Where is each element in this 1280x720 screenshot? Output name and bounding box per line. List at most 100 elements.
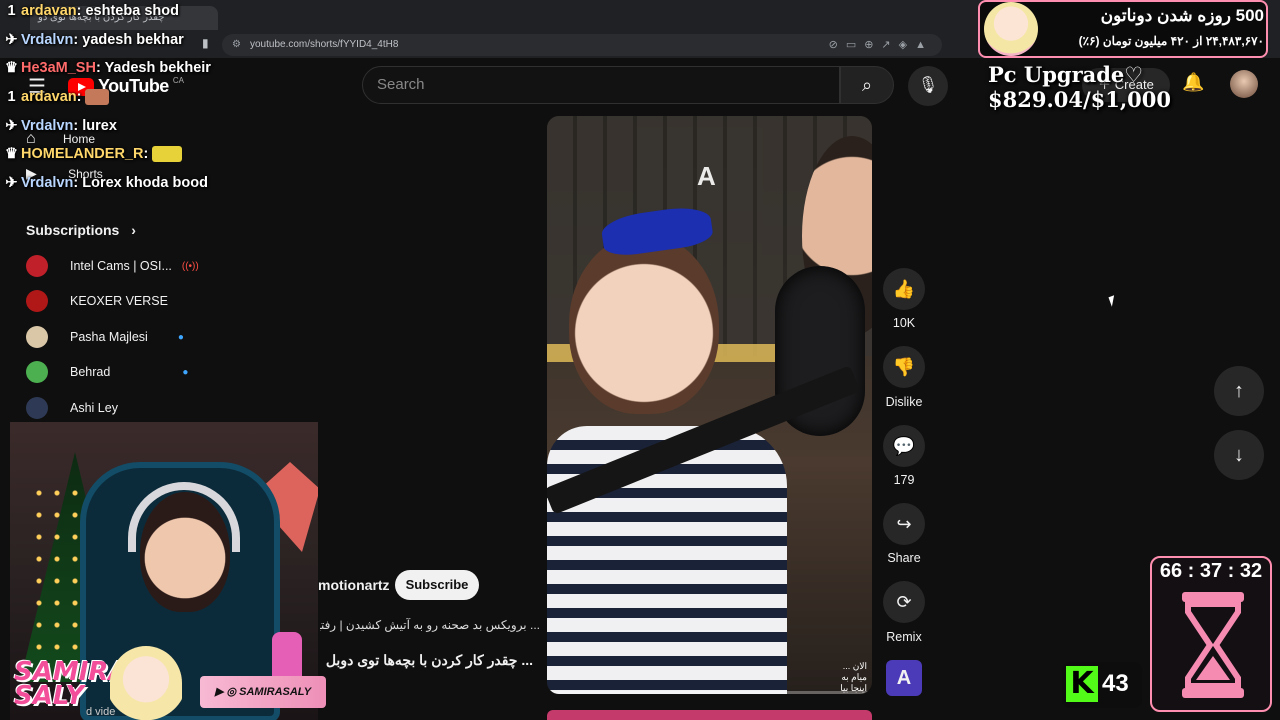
subscriptions-label: Subscriptions: [26, 222, 120, 238]
dislike-button[interactable]: 👎: [883, 346, 925, 388]
live-icon: ((•)): [181, 260, 199, 272]
crown-badge-icon: ♛: [5, 60, 18, 76]
donation-goal-title: 500 روزه شدن دوناتون: [1100, 6, 1264, 25]
search-button[interactable]: ⌕: [840, 66, 894, 104]
comment-icon: 💬: [892, 436, 916, 456]
address-bar-actions[interactable]: ⊘▭⊕↗◈▲: [829, 34, 934, 56]
chat-user: HOMELANDER_R: [21, 146, 144, 162]
video-caption: ... الان میام به اینجا بیا: [840, 661, 867, 693]
animotion-logo-icon: A: [896, 667, 912, 689]
previous-short-button[interactable]: ↑: [1214, 366, 1264, 416]
new-content-dot: ●: [182, 366, 189, 378]
chat-text: Yadesh bekheir: [104, 60, 211, 76]
bookmark-icon[interactable]: ▮: [202, 36, 209, 50]
anime-avatar-image: [984, 2, 1038, 56]
thumbs-down-icon: 👎: [892, 357, 916, 377]
plane-badge-icon: ✈: [5, 118, 18, 134]
video-subject: [569, 234, 719, 414]
channel-avatar: [26, 255, 48, 277]
pc-upgrade-goal: Pc Upgrade♡ $829.04/$1,000: [988, 62, 1172, 112]
search-input[interactable]: Search: [362, 66, 840, 104]
chat-text: yadesh bekhar: [82, 32, 184, 48]
arrow-up-icon: ↑: [1234, 380, 1244, 402]
chat-message: ✈ Vrdalvn: Lorex khoda bood: [5, 175, 208, 191]
comments-button[interactable]: 💬: [883, 425, 925, 467]
chat-message: 1 ardavan: eshteba shod: [4, 3, 179, 19]
sidebar-item-subscription[interactable]: KEOXER VERSE: [26, 289, 168, 313]
sidebar-item-subscription[interactable]: Behrad ●: [26, 360, 188, 384]
chat-user: ardavan: [21, 89, 77, 105]
subathon-timer: 66 : 37 : 32: [1159, 560, 1263, 582]
video-description[interactable]: ... برویکس بد صحنه رو به آتیش کشیدن | رف…: [320, 618, 540, 632]
chat-user: Vrdalvn: [21, 175, 74, 191]
voice-search-button[interactable]: 🎙: [908, 66, 948, 106]
chat-user: Vrdalvn: [21, 118, 74, 134]
sub-badge-icon: 1: [7, 89, 16, 105]
channel-name[interactable]: motionartz: [318, 577, 390, 593]
share-button[interactable]: ↪: [883, 503, 925, 545]
crown-badge-icon: ♛: [5, 146, 18, 162]
share-label: Share: [887, 551, 921, 565]
chat-user: Vrdalvn: [21, 32, 74, 48]
thumbs-up-icon: 👍: [892, 279, 916, 299]
channel-avatar: [26, 326, 48, 348]
emote-icon: [152, 146, 183, 163]
mouse-cursor-icon: [1108, 295, 1118, 307]
sidebar-home-label: Home: [63, 132, 96, 146]
channel-avatar: [26, 361, 48, 383]
chat-user: ardavan: [21, 3, 77, 19]
kick-viewer-count: 43: [1102, 670, 1129, 697]
donation-goal-progress: ۲۴,۴۸۳,۶۷۰ از ۴۲۰ میلیون تومان (۶٪): [1078, 34, 1264, 48]
next-short-button[interactable]: ↓: [1214, 430, 1264, 480]
emote-icon: [85, 89, 110, 106]
sidebar-item-subscription[interactable]: Ashi Ley: [26, 396, 118, 420]
sidebar-item-subscription[interactable]: Intel Cams | OSI... ((•)): [26, 254, 199, 278]
chat-message: 1 ardavan:: [4, 89, 110, 106]
channel-name: Pasha Majlesi: [70, 330, 148, 344]
video-title[interactable]: ... چقدر کار کردن با بچه‌ها توی دوبل: [318, 652, 533, 669]
streamer-anime-avatar: [110, 646, 182, 720]
channel-name: KEOXER VERSE: [70, 294, 168, 308]
sidebar-item-subscription[interactable]: Pasha Majlesi ●: [26, 325, 184, 349]
video-progress-bar[interactable]: [547, 691, 872, 694]
video-watermark: A: [697, 161, 716, 191]
channel-avatar-button[interactable]: A: [886, 660, 922, 696]
chat-message: ✈ Vrdalvn: lurex: [5, 118, 117, 134]
channel-name: Behrad: [70, 365, 111, 379]
channel-avatar: [26, 290, 48, 312]
site-info-icon[interactable]: ⚙: [232, 34, 241, 56]
remix-label: Remix: [886, 630, 922, 644]
subscriptions-heading[interactable]: Subscriptions ›: [26, 222, 136, 238]
address-bar[interactable]: ⚙ youtube.com/shorts/fYYID4_4tH8 ⊘▭⊕↗◈▲: [222, 34, 942, 56]
chat-text: Lorex khoda bood: [82, 175, 208, 191]
remix-icon: ⟳: [896, 592, 912, 612]
mic-icon: 🎙: [917, 77, 939, 94]
hourglass-icon: [1182, 592, 1244, 698]
arrow-down-icon: ↓: [1234, 444, 1244, 466]
comment-count: 179: [893, 473, 915, 487]
subscribe-button[interactable]: Subscribe: [395, 570, 479, 600]
like-button[interactable]: 👍: [883, 268, 925, 310]
next-short-preview[interactable]: [547, 710, 872, 720]
search-icon: ⌕: [861, 75, 873, 95]
social-handle-tag: ▶ ◎ SAMIRASALY: [200, 676, 326, 708]
chat-text: eshteba shod: [85, 3, 179, 19]
chevron-right-icon: ›: [131, 222, 136, 238]
url-text: youtube.com/shorts/fYYID4_4tH8: [250, 39, 399, 50]
short-video-player[interactable]: A ... الان میام به اینجا بیا: [547, 116, 872, 694]
sub-badge-icon: 1: [7, 3, 16, 19]
chat-message: ✈ Vrdalvn: yadesh bekhar: [5, 32, 184, 48]
chat-user: He3aM_SH: [21, 60, 96, 76]
region-code: CA: [172, 76, 184, 85]
chat-message: ♛ HOMELANDER_R:: [4, 146, 183, 163]
remix-button[interactable]: ⟳: [883, 581, 925, 623]
youtube-icon: ▶: [214, 686, 224, 698]
channel-name: Ashi Ley: [70, 401, 118, 415]
chat-message: ♛ He3aM_SH: Yadesh bekheir: [5, 60, 211, 76]
channel-name: Intel Cams | OSI...: [70, 259, 172, 273]
instagram-icon: ◎: [226, 686, 237, 698]
channel-avatar: [26, 397, 48, 419]
kick-logo-icon: K: [1066, 666, 1098, 702]
dislike-label: Dislike: [885, 395, 923, 409]
plane-badge-icon: ✈: [5, 32, 18, 48]
